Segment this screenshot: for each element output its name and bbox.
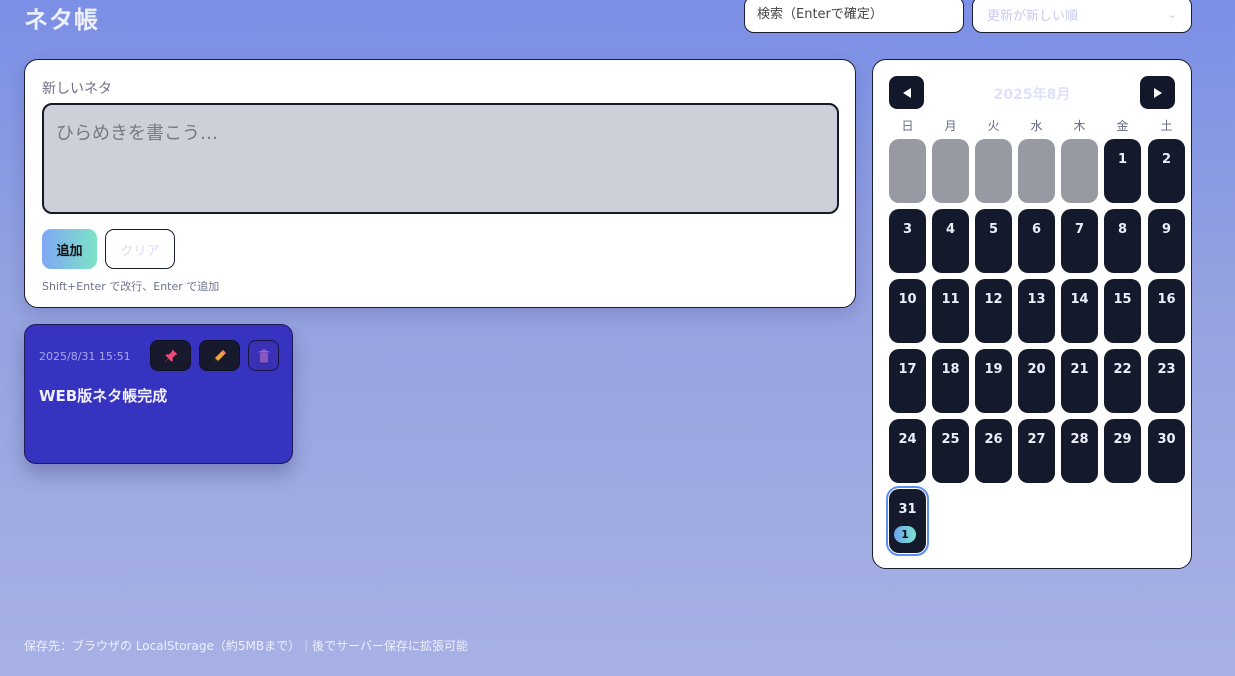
calendar-day-number: 31 xyxy=(898,502,917,517)
footer-note: 保存先：ブラウザの LocalStorage（約5MBまで）｜後でサーバー保存に… xyxy=(24,639,468,653)
chevron-down-icon: ⌄ xyxy=(1167,8,1177,21)
calendar-day-5[interactable]: 5 xyxy=(975,209,1012,273)
calendar-day-29[interactable]: 29 xyxy=(1104,419,1141,483)
calendar-day-6[interactable]: 6 xyxy=(1018,209,1055,273)
calendar-day-number: 3 xyxy=(902,222,913,237)
calendar-day-number: 7 xyxy=(1074,222,1085,237)
calendar: 2025年8月 日月火水木金土 1 2 3 4 5 6 7 8 9 10 11 12 13 14 15 16 17… xyxy=(872,59,1192,569)
weekday-label: 金 xyxy=(1116,119,1129,133)
calendar-day-16[interactable]: 16 xyxy=(1148,279,1185,343)
calendar-day-31[interactable]: 31 1 xyxy=(886,486,929,556)
calendar-day-number: 18 xyxy=(941,362,960,377)
app-title: ネタ帳 xyxy=(24,6,99,34)
calendar-day-number: 10 xyxy=(898,292,917,307)
note-textarea[interactable] xyxy=(42,103,839,214)
calendar-blank-cell xyxy=(1018,139,1055,203)
calendar-blank-cell xyxy=(1061,139,1098,203)
calendar-day-number: 4 xyxy=(945,222,956,237)
calendar-day-2[interactable]: 2 xyxy=(1148,139,1185,203)
calendar-day-14[interactable]: 14 xyxy=(1061,279,1098,343)
calendar-day-15[interactable]: 15 xyxy=(1104,279,1141,343)
calendar-day-13[interactable]: 13 xyxy=(1018,279,1055,343)
calendar-day-22[interactable]: 22 xyxy=(1104,349,1141,413)
clear-button[interactable]: クリア xyxy=(105,229,175,269)
calendar-day-number: 20 xyxy=(1027,362,1046,377)
pin-icon xyxy=(164,349,177,362)
pin-button[interactable] xyxy=(150,340,191,371)
calendar-day-26[interactable]: 26 xyxy=(975,419,1012,483)
calendar-day-12[interactable]: 12 xyxy=(975,279,1012,343)
calendar-day-21[interactable]: 21 xyxy=(1061,349,1098,413)
calendar-day-9[interactable]: 9 xyxy=(1148,209,1185,273)
trash-icon xyxy=(258,349,269,362)
calendar-day-number: 19 xyxy=(984,362,1003,377)
calendar-day-number: 13 xyxy=(1027,292,1046,307)
calendar-day-19[interactable]: 19 xyxy=(975,349,1012,413)
calendar-day-number: 21 xyxy=(1070,362,1089,377)
keyboard-hint: Shift+Enter で改行、Enter で追加 xyxy=(42,280,220,293)
calendar-day-28[interactable]: 28 xyxy=(1061,419,1098,483)
calendar-day-23[interactable]: 23 xyxy=(1148,349,1185,413)
calendar-day-number: 14 xyxy=(1070,292,1089,307)
pencil-icon xyxy=(214,349,226,361)
weekday-label: 水 xyxy=(1030,119,1043,133)
calendar-day-number: 2 xyxy=(1161,152,1172,167)
sort-select[interactable]: 更新が新しい順 ⌄ xyxy=(972,0,1192,33)
weekday-label: 木 xyxy=(1073,119,1086,133)
calendar-blank-cell xyxy=(975,139,1012,203)
calendar-day-4[interactable]: 4 xyxy=(932,209,969,273)
calendar-day-number: 15 xyxy=(1113,292,1132,307)
weekday-label: 土 xyxy=(1160,119,1173,133)
note-card[interactable]: 2025/8/31 15:51 WEB版ネタ帳完成 xyxy=(24,324,293,464)
calendar-day-30[interactable]: 30 xyxy=(1148,419,1185,483)
calendar-blank-cell xyxy=(932,139,969,203)
calendar-day-number: 5 xyxy=(988,222,999,237)
search-input[interactable] xyxy=(744,0,964,33)
calendar-day-number: 6 xyxy=(1031,222,1042,237)
weekday-label: 火 xyxy=(987,119,1000,133)
calendar-blank-cell xyxy=(889,139,926,203)
calendar-day-number: 1 xyxy=(1117,152,1128,167)
sort-select-value: 更新が新しい順 xyxy=(987,9,1079,24)
note-count-badge: 1 xyxy=(894,526,916,543)
caret-right-icon xyxy=(1153,87,1162,98)
calendar-day-8[interactable]: 8 xyxy=(1104,209,1141,273)
calendar-day-number: 11 xyxy=(941,292,960,307)
calendar-day-number: 24 xyxy=(898,432,917,447)
add-button[interactable]: 追加 xyxy=(42,229,97,269)
calendar-day-number: 23 xyxy=(1157,362,1176,377)
calendar-day-number: 22 xyxy=(1113,362,1132,377)
calendar-day-7[interactable]: 7 xyxy=(1061,209,1098,273)
calendar-day-1[interactable]: 1 xyxy=(1104,139,1141,203)
calendar-day-25[interactable]: 25 xyxy=(932,419,969,483)
calendar-day-10[interactable]: 10 xyxy=(889,279,926,343)
note-text: WEB版ネタ帳完成 xyxy=(39,387,168,405)
edit-button[interactable] xyxy=(199,340,240,371)
calendar-day-number: 9 xyxy=(1161,222,1172,237)
note-date: 2025/8/31 15:51 xyxy=(39,350,131,363)
weekday-label: 月 xyxy=(944,119,957,133)
new-note-card: 新しいネタ 追加 クリア Shift+Enter で改行、Enter で追加 xyxy=(24,59,856,308)
calendar-day-18[interactable]: 18 xyxy=(932,349,969,413)
calendar-day-17[interactable]: 17 xyxy=(889,349,926,413)
calendar-day-number: 16 xyxy=(1157,292,1176,307)
calendar-day-number: 25 xyxy=(941,432,960,447)
calendar-day-number: 17 xyxy=(898,362,917,377)
calendar-day-number: 8 xyxy=(1117,222,1128,237)
calendar-day-number: 29 xyxy=(1113,432,1132,447)
calendar-day-24[interactable]: 24 xyxy=(889,419,926,483)
calendar-day-27[interactable]: 27 xyxy=(1018,419,1055,483)
calendar-day-number: 27 xyxy=(1027,432,1046,447)
calendar-day-number: 28 xyxy=(1070,432,1089,447)
delete-button[interactable] xyxy=(248,340,279,371)
calendar-day-11[interactable]: 11 xyxy=(932,279,969,343)
calendar-day-number: 12 xyxy=(984,292,1003,307)
calendar-day-3[interactable]: 3 xyxy=(889,209,926,273)
calendar-day-number: 26 xyxy=(984,432,1003,447)
weekday-label: 日 xyxy=(901,119,914,133)
calendar-day-number: 30 xyxy=(1157,432,1176,447)
editor-label: 新しいネタ xyxy=(42,81,112,97)
calendar-day-20[interactable]: 20 xyxy=(1018,349,1055,413)
next-month-button[interactable] xyxy=(1140,76,1175,109)
